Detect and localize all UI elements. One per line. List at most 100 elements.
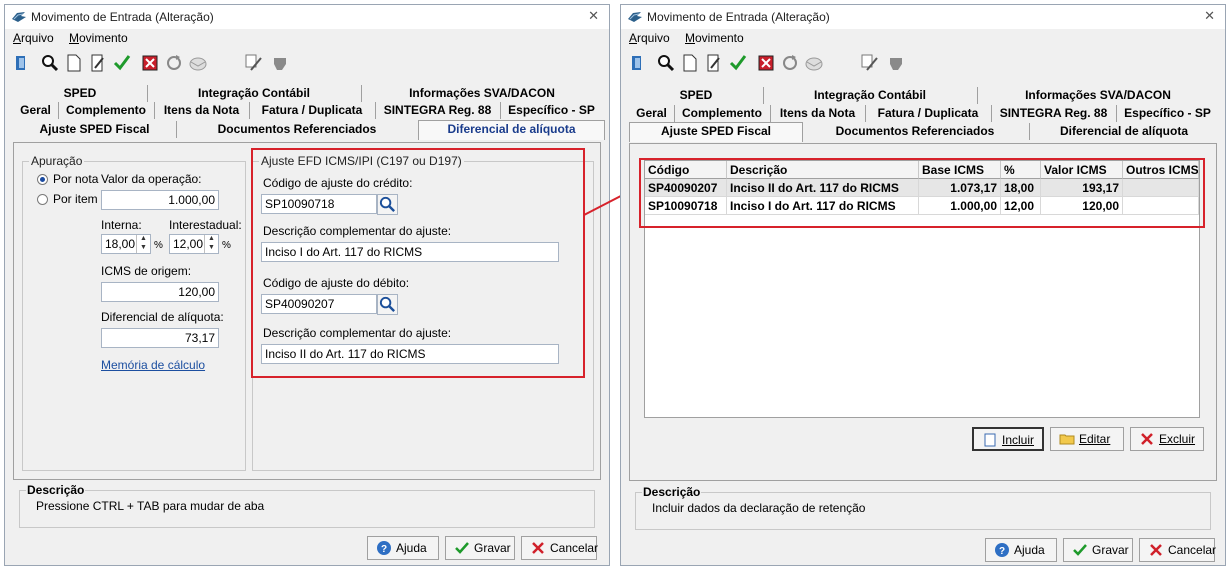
toolbar [9,52,605,78]
svg-text:?: ? [999,546,1005,557]
interestadual-spinner-icon[interactable]: ▲ ▼ [204,235,218,253]
print-tools-icon[interactable] [243,52,265,74]
interna-input[interactable]: 18,00 ▲ ▼ [101,234,151,254]
close-icon[interactable]: ✕ [1204,8,1215,24]
refresh-icon[interactable] [163,52,185,74]
search-magnifier-icon[interactable] [655,52,677,74]
incluir-button[interactable]: Incluir [972,427,1044,451]
exit-door-icon[interactable] [11,52,33,74]
tab-complemento[interactable]: Complemento [58,102,155,119]
tab-especifico-sp[interactable]: Específico - SP [500,102,603,119]
tab-geral[interactable]: Geral [13,102,59,119]
tab-integracao-contabil[interactable]: Integração Contábil [763,87,978,104]
confirm-check-icon[interactable] [727,52,749,74]
hand-pointer-icon[interactable] [269,52,291,74]
interna-percent: % [154,240,163,251]
highlight-box [251,148,585,378]
toolbar [625,52,1221,78]
window-title: Movimento de Entrada (Alteração) [647,10,830,24]
menu-bar: Arquivo Movimento [621,30,1225,48]
gravar-button[interactable]: Gravar [445,536,515,560]
tab-row-1: SPED Integração Contábil Informações SVA… [629,87,1217,105]
descricao-group: Descrição Incluir dados da declaração de… [635,485,1211,530]
descricao-text: Pressione CTRL + TAB para mudar de aba [36,499,265,513]
tab-diferencial-de-aliquota[interactable]: Diferencial de alíquota [418,120,605,140]
tab-diferencial-de-aliquota[interactable]: Diferencial de alíquota [1029,123,1219,140]
tab-row-3: Ajuste SPED Fiscal Documentos Referencia… [629,122,1219,142]
valor-operacao-input[interactable]: 1.000,00 [101,190,219,210]
cancel-x-icon [1150,544,1162,556]
interestadual-input[interactable]: 12,00 ▲ ▼ [169,234,219,254]
exit-door-icon[interactable] [627,52,649,74]
delete-icon[interactable] [139,52,161,74]
tab-ajuste-sped-fiscal[interactable]: Ajuste SPED Fiscal [13,121,177,138]
mail-icon[interactable] [803,52,825,74]
ajuda-button[interactable]: ? Ajuda [985,538,1057,562]
tab-sintegra-reg-88[interactable]: SINTEGRA Reg. 88 [991,105,1117,122]
svg-text:?: ? [381,544,387,555]
menu-arquivo[interactable]: Arquivo [629,31,670,45]
cancelar-button[interactable]: Cancelar [521,536,598,560]
radio-por-item[interactable] [37,194,48,205]
editar-button[interactable]: Editar [1050,427,1124,451]
descricao-legend: Descrição [642,485,702,499]
edit-document-icon[interactable] [87,52,109,74]
menu-movimento[interactable]: Movimento [685,31,744,45]
tab-sped[interactable]: SPED [629,87,764,104]
tab-row-2: Geral Complemento Itens da Nota Fatura /… [629,105,1217,123]
ajuda-button[interactable]: ? Ajuda [367,536,439,560]
diferencial-input[interactable]: 73,17 [101,328,219,348]
new-document-icon[interactable] [679,52,701,74]
delete-x-icon [1141,433,1153,445]
tab-itens-da-nota[interactable]: Itens da Nota [154,102,250,119]
confirm-check-icon[interactable] [111,52,133,74]
tab-documentos-referenciados[interactable]: Documentos Referenciados [801,123,1030,140]
interna-label: Interna: [101,218,142,232]
radio-por-nota[interactable] [37,174,48,185]
refresh-icon[interactable] [779,52,801,74]
tab-ajuste-sped-fiscal[interactable]: Ajuste SPED Fiscal [629,122,803,142]
tab-itens-da-nota[interactable]: Itens da Nota [770,105,866,122]
memoria-calculo-link[interactable]: Memória de cálculo [101,358,205,372]
menu-arquivo[interactable]: Arquivo [13,31,54,45]
new-document-icon [984,433,996,447]
delete-icon[interactable] [755,52,777,74]
mail-icon[interactable] [187,52,209,74]
edit-document-icon[interactable] [703,52,725,74]
interestadual-percent: % [222,240,231,251]
radio-por-nota-label: Por nota [53,172,99,186]
radio-por-item-label: Por item [53,192,98,206]
title-bar: Movimento de Entrada (Alteração) ✕ [621,5,1225,29]
tab-fatura-duplicata[interactable]: Fatura / Duplicata [865,105,992,122]
icms-origem-input[interactable]: 120,00 [101,282,219,302]
folder-icon [1059,434,1075,445]
tab-informacoes-sva-dacon[interactable]: Informações SVA/DACON [977,87,1219,104]
tab-geral[interactable]: Geral [629,105,675,122]
tab-sintegra-reg-88[interactable]: SINTEGRA Reg. 88 [375,102,501,119]
menu-movimento[interactable]: Movimento [69,31,128,45]
tab-fatura-duplicata[interactable]: Fatura / Duplicata [249,102,376,119]
cancelar-button[interactable]: Cancelar [1139,538,1216,562]
cancel-x-icon [532,542,544,554]
tab-documentos-referenciados[interactable]: Documentos Referenciados [176,121,419,138]
print-tools-icon[interactable] [859,52,881,74]
interna-value: 18,00 [105,237,136,251]
close-icon[interactable]: ✕ [588,8,599,24]
highlight-box [639,158,1205,228]
interna-spinner-icon[interactable]: ▲ ▼ [136,235,150,253]
check-icon [1073,544,1087,556]
excluir-button[interactable]: Excluir [1130,427,1204,451]
tab-complemento[interactable]: Complemento [674,105,771,122]
app-logo-icon [628,12,642,22]
tab-sped[interactable]: SPED [13,85,148,102]
new-document-icon[interactable] [63,52,85,74]
tab-row-2: Geral Complemento Itens da Nota Fatura /… [13,102,601,120]
search-magnifier-icon[interactable] [39,52,61,74]
gravar-button[interactable]: Gravar [1063,538,1133,562]
tab-integracao-contabil[interactable]: Integração Contábil [147,85,362,102]
app-logo-icon [12,12,26,22]
tab-informacoes-sva-dacon[interactable]: Informações SVA/DACON [361,85,603,102]
tab-especifico-sp[interactable]: Específico - SP [1116,105,1219,122]
window-movimento-entrada-left: Movimento de Entrada (Alteração) ✕ Arqui… [4,4,610,566]
hand-pointer-icon[interactable] [885,52,907,74]
